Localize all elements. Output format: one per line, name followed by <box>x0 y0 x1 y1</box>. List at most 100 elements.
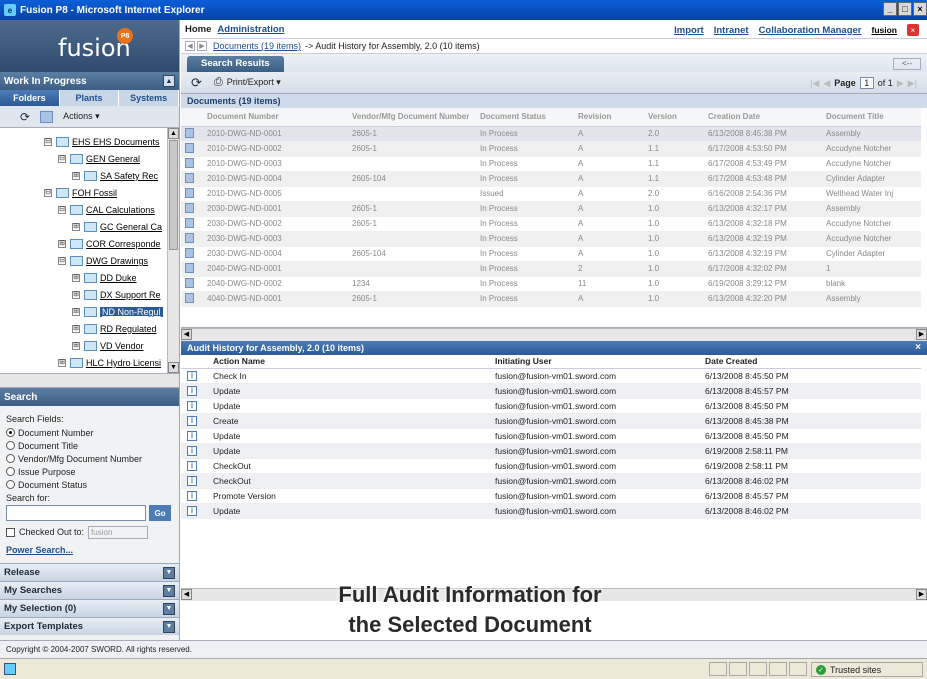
tree-node[interactable]: ⊞ GC General Ca <box>72 219 162 235</box>
document-icon[interactable] <box>185 217 194 228</box>
scroll-left-icon[interactable]: ◀ <box>181 589 192 600</box>
checked-out-user-field[interactable]: fusion <box>88 525 149 539</box>
table-row[interactable]: 2010-DWG-ND-0002 2605-1 In Process A 1.1 6/17… <box>181 141 921 157</box>
first-page-icon[interactable]: |◀ <box>810 78 819 89</box>
import-link[interactable]: Import <box>674 25 704 36</box>
expand-toggle-icon[interactable]: ⊞ <box>72 223 80 231</box>
expand-toggle-icon[interactable]: ⊟ <box>58 206 66 214</box>
column-header[interactable]: Document Number <box>203 108 348 127</box>
expand-icon[interactable]: ▼ <box>163 566 175 579</box>
search-input[interactable] <box>6 505 146 521</box>
back-button[interactable]: <-- <box>893 58 921 70</box>
audit-row[interactable]: i Create fusion@fusion-vm01.sword.com 6/13/… <box>181 413 921 429</box>
expand-toggle-icon[interactable]: ⊞ <box>72 291 80 299</box>
tree-node-label[interactable]: GC General Ca <box>100 222 162 232</box>
scroll-right-icon[interactable]: ▶ <box>916 329 927 340</box>
search-field-option[interactable]: Issue Purpose <box>6 465 173 478</box>
tree-node-label[interactable]: ND Non-Regul <box>100 307 163 317</box>
tree-node-label[interactable]: CAL Calculations <box>86 205 155 215</box>
print-export-menu[interactable]: Print/Export ▾ <box>227 77 281 88</box>
audit-row[interactable]: i Update fusion@fusion-vm01.sword.com 6/19/… <box>181 443 921 459</box>
tab-plants[interactable]: Plants <box>60 90 120 106</box>
table-row[interactable]: 4040-DWG-ND-0001 2605-1 In Process A 1.0 6/13… <box>181 291 921 307</box>
document-icon[interactable] <box>185 172 194 183</box>
tree-node[interactable]: ⊟ GEN General <box>58 151 140 167</box>
accordion-0[interactable]: Release ▼ <box>0 563 179 581</box>
search-field-option[interactable]: Document Title <box>6 439 173 452</box>
radio-button[interactable] <box>6 454 15 463</box>
column-header[interactable]: Revision <box>574 108 644 127</box>
scroll-right-icon[interactable]: ▶ <box>916 589 927 600</box>
audit-row[interactable]: i Check In fusion@fusion-vm01.sword.com 6/1… <box>181 368 921 384</box>
scroll-up-icon[interactable]: ▲ <box>168 128 179 139</box>
expand-icon[interactable]: ▼ <box>163 584 175 597</box>
document-icon[interactable] <box>185 292 194 303</box>
tree-node[interactable]: ⊞ VD Vendor <box>72 338 144 354</box>
radio-button[interactable] <box>6 441 15 450</box>
accordion-3[interactable]: Export Templates ▼ <box>0 617 179 635</box>
info-icon[interactable]: i <box>187 416 197 426</box>
table-row[interactable]: 2030-DWG-ND-0004 2605-104 In Process A 1.0 6/… <box>181 246 921 262</box>
expand-toggle-icon[interactable]: ⊞ <box>72 342 80 350</box>
tree-node-label[interactable]: DX Support Re <box>100 290 161 300</box>
search-field-option[interactable]: Document Status <box>6 478 173 491</box>
tree-node[interactable]: ⊟ CAL Calculations <box>58 202 155 218</box>
logout-icon[interactable]: × <box>907 24 919 36</box>
table-row[interactable]: 2010-DWG-ND-0003 In Process A 1.1 6/17/2008 … <box>181 156 921 172</box>
next-page-icon[interactable]: ▶ <box>897 78 904 89</box>
scroll-down-icon[interactable]: ▼ <box>168 362 179 373</box>
actions-menu[interactable]: Actions ▾ <box>63 111 100 122</box>
document-icon[interactable] <box>185 262 194 273</box>
intranet-link[interactable]: Intranet <box>714 25 749 36</box>
power-search-link[interactable]: Power Search... <box>6 545 173 555</box>
column-header[interactable]: Version <box>644 108 704 127</box>
info-icon[interactable]: i <box>187 386 197 396</box>
search-header[interactable]: Search <box>0 388 179 406</box>
tree-node[interactable]: ⊞ ND Non-Regul <box>72 304 163 320</box>
go-button[interactable]: Go <box>149 505 171 521</box>
document-icon[interactable] <box>185 232 194 243</box>
search-field-option[interactable]: Document Number <box>6 426 173 439</box>
scroll-left-icon[interactable]: ◀ <box>181 329 192 340</box>
user-link[interactable]: fusion <box>872 25 898 35</box>
tree-node-label[interactable]: SA Safety Rec <box>100 171 158 181</box>
table-row[interactable]: 2030-DWG-ND-0002 2605-1 In Process A 1.0 6/13… <box>181 216 921 232</box>
audit-row[interactable]: i Update fusion@fusion-vm01.sword.com 6/13/… <box>181 383 921 399</box>
expand-toggle-icon[interactable]: ⊞ <box>72 308 80 316</box>
tree-node-label[interactable]: FOH Fossil <box>72 188 117 198</box>
tree-node[interactable]: ⊞ DD Duke <box>72 270 137 286</box>
column-header[interactable]: Initiating User <box>489 355 699 369</box>
document-icon[interactable] <box>185 202 194 213</box>
tree-node-label[interactable]: COR Corresponde <box>86 239 161 249</box>
audit-row[interactable]: i CheckOut fusion@fusion-vm01.sword.com 6/1… <box>181 473 921 489</box>
tree-node-label[interactable]: DWG Drawings <box>86 256 148 266</box>
search-field-option[interactable]: Vendor/Mfg Document Number <box>6 452 173 465</box>
table-row[interactable]: 2030-DWG-ND-0003 In Process A 1.0 6/13/2008 … <box>181 231 921 247</box>
document-icon[interactable] <box>185 187 194 198</box>
tree-scrollbar[interactable]: ▲ ▼ <box>167 128 179 373</box>
breadcrumb-documents-link[interactable]: Documents (19 items) <box>213 41 301 51</box>
refresh-icon[interactable]: ⟳ <box>20 110 30 124</box>
info-icon[interactable]: i <box>187 476 197 486</box>
table-row[interactable]: 2010-DWG-ND-0005 Issued A 2.0 6/16/2008 2:54… <box>181 186 921 202</box>
document-icon[interactable] <box>185 142 194 153</box>
page-input[interactable]: 1 <box>859 77 874 89</box>
tree-node-label[interactable]: RD Regulated <box>100 324 157 334</box>
tab-search-results[interactable]: Search Results <box>187 56 284 72</box>
tree-node[interactable]: ⊟ EHS EHS Documents <box>44 134 160 150</box>
documents-hscrollbar[interactable]: ◀ ▶ <box>181 328 927 341</box>
audit-row[interactable]: i Update fusion@fusion-vm01.sword.com 6/13/… <box>181 398 921 414</box>
column-header[interactable]: Creation Date <box>704 108 822 127</box>
tree-node[interactable]: ⊞ DX Support Re <box>72 287 161 303</box>
expand-icon[interactable]: ▼ <box>163 620 175 633</box>
tree-node[interactable]: ⊞ HLC Hydro Licensi <box>58 355 161 371</box>
back-nav-icon[interactable]: ◀ <box>185 41 195 51</box>
table-row[interactable]: 2030-DWG-ND-0001 2605-1 In Process A 1.0 6/13… <box>181 201 921 217</box>
maximize-button[interactable]: □ <box>898 2 912 16</box>
expand-toggle-icon[interactable]: ⊞ <box>72 172 80 180</box>
tree-scroll-thumb[interactable] <box>169 140 178 250</box>
tab-folders[interactable]: Folders <box>0 90 60 106</box>
info-icon[interactable]: i <box>187 401 197 411</box>
collaboration-manager-link[interactable]: Collaboration Manager <box>759 25 862 36</box>
audit-row[interactable]: i CheckOut fusion@fusion-vm01.sword.com 6/1… <box>181 458 921 474</box>
